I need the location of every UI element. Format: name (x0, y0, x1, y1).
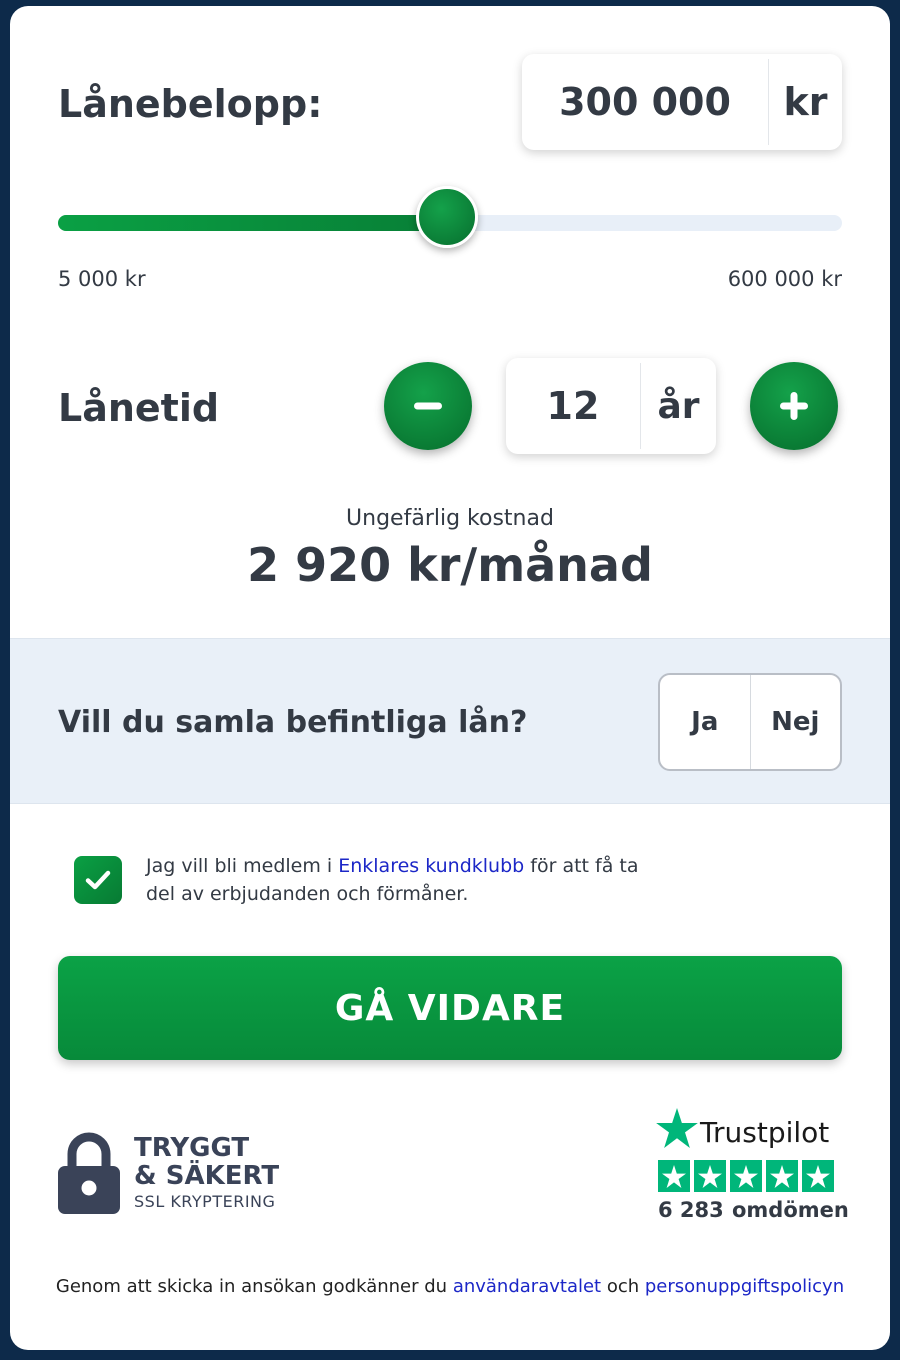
cost-caption: Ungefärlig kostnad (346, 506, 554, 531)
secure-badge: TRYGGT & SÄKERT SSL KRYPTERING (58, 1124, 288, 1214)
loan-amount-unit: kr (783, 80, 828, 124)
rating-star-icon (802, 1160, 834, 1192)
consolidate-section: Vill du samla befintliga lån? Ja Nej (10, 638, 890, 804)
slider-min-label: 5 000 kr (58, 267, 146, 291)
rating-star-icon (730, 1160, 762, 1192)
check-icon (85, 870, 111, 890)
trustpilot-rating (658, 1160, 834, 1192)
slider-max-label: 600 000 kr (727, 267, 842, 291)
terms-text-middle: och (601, 1276, 645, 1297)
loan-amount-slider[interactable] (58, 186, 842, 248)
loan-amount-label: Lånebelopp: (58, 82, 323, 126)
loan-term-input[interactable] (506, 384, 640, 428)
rating-star-icon (694, 1160, 726, 1192)
consolidate-toggle: Ja Nej (658, 673, 842, 771)
continue-button[interactable]: GÅ VIDARE (58, 956, 842, 1060)
trustpilot-badge[interactable]: Trustpilot 6 283 omdömen (656, 1106, 856, 1236)
consolidate-question: Vill du samla befintliga lån? (58, 705, 528, 740)
user-agreement-link[interactable]: användaravtalet (453, 1276, 601, 1297)
secure-line2: & SÄKERT (134, 1161, 280, 1191)
term-increase-button[interactable] (750, 362, 838, 450)
loan-term-box: år (506, 358, 716, 454)
loan-amount-input[interactable] (522, 80, 768, 124)
trustpilot-star-icon (656, 1108, 698, 1148)
loan-amount-box: kr (522, 54, 842, 150)
loan-term-label: Lånetid (58, 386, 220, 430)
loan-term-unit: år (657, 385, 700, 427)
consolidate-no-button[interactable]: Nej (751, 675, 841, 769)
lock-icon (58, 1132, 120, 1214)
secure-line3: SSL KRYPTERING (134, 1192, 276, 1211)
reviews-label: omdömen (732, 1198, 849, 1222)
review-count: 6 283 (658, 1198, 724, 1222)
terms-text-before: Genom att skicka in ansökan godkänner du (55, 1276, 453, 1297)
term-decrease-button[interactable] (384, 362, 472, 450)
minus-icon (414, 402, 442, 410)
slider-thumb[interactable] (415, 186, 478, 248)
plus-icon (780, 392, 808, 420)
privacy-policy-link[interactable]: personuppgiftspolicyn (645, 1276, 844, 1297)
loan-calculator-card: Lånebelopp: kr 5 000 kr 600 000 kr Lånet… (10, 6, 890, 1350)
monthly-cost: 2 920 kr/månad (247, 538, 653, 592)
consent-text: Jag vill bli medlem i Enklares kundklubb… (146, 852, 666, 908)
slider-fill (58, 215, 447, 231)
consent-text-before: Jag vill bli medlem i (146, 855, 339, 877)
trustpilot-name: Trustpilot (700, 1116, 830, 1149)
customer-club-link[interactable]: Enklares kundklubb (338, 855, 524, 877)
secure-line1: TRYGGT (134, 1133, 250, 1163)
rating-star-icon (766, 1160, 798, 1192)
terms-notice: Genom att skicka in ansökan godkänner du… (10, 1276, 890, 1297)
rating-star-icon (658, 1160, 690, 1192)
club-membership-checkbox[interactable] (74, 856, 122, 904)
consolidate-yes-button[interactable]: Ja (660, 675, 750, 769)
